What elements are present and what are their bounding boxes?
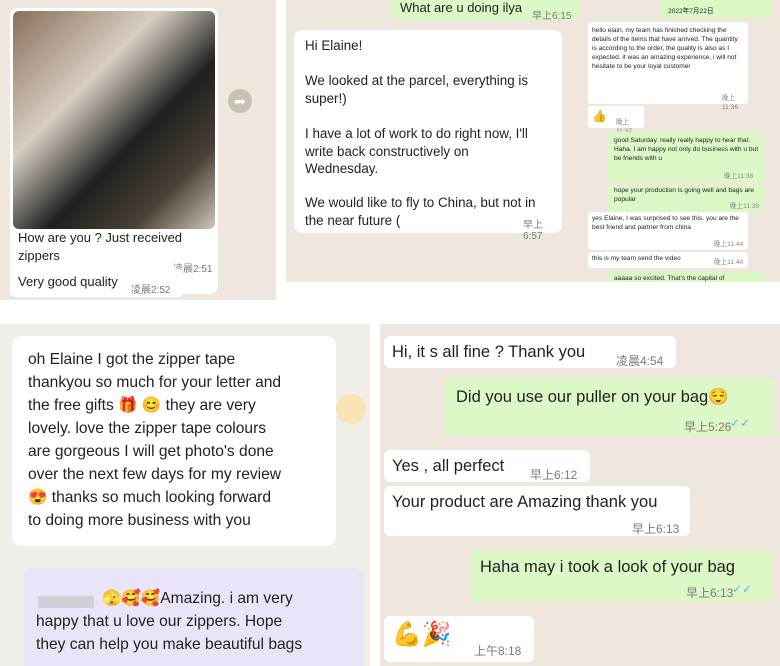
- message-line: We looked at the parcel, everything is s…: [305, 73, 529, 106]
- message-line: over the next few days for my review: [28, 466, 282, 483]
- message-text: Very good quality: [18, 274, 118, 289]
- screenshot-panel-photo: How are you ? Just received zippers 凌晨2:…: [0, 0, 276, 300]
- message-time: 早上6:12: [530, 468, 578, 482]
- message-time: 早上6:13: [686, 586, 734, 600]
- incoming-message-bubble[interactable]: Hi, it s all fine ? Thank you 凌晨4:54: [384, 336, 676, 368]
- partial-top-bubble: What are u doing ilya 早上6:15: [390, 0, 580, 22]
- forward-icon[interactable]: ➦: [228, 89, 252, 113]
- message-time: 凌晨4:54: [616, 354, 664, 368]
- message-line: they can help you make beautiful bags: [36, 636, 303, 653]
- mini-date: 2022年7月22日: [668, 8, 714, 15]
- mini-time: 晚上11:44: [714, 259, 744, 266]
- mini-message-bubble[interactable]: this is my team send the video 晚上11:44: [588, 252, 748, 268]
- mini-message-text: this is my team send the video: [592, 255, 681, 262]
- mini-message-text: hello elain, my team has finished checki…: [592, 27, 738, 70]
- outgoing-message-bubble[interactable]: Haha may i took a look of your bag 早上6:1…: [470, 550, 772, 602]
- mini-time: 晚上11:38: [724, 173, 754, 180]
- quality-message-bubble[interactable]: Very good quality 凌晨2:52: [10, 269, 184, 297]
- message-line: I have a lot of work to do right now, I'…: [305, 126, 528, 176]
- mini-time: 晚上11:39: [730, 203, 760, 210]
- message-line: oh Elaine I got the zipper tape: [28, 351, 236, 368]
- message-line: the free gifts 🎁 😊 they are very: [28, 397, 256, 414]
- zipper-photo[interactable]: [13, 11, 215, 229]
- avatar-blurred: [38, 596, 94, 608]
- outgoing-message-bubble[interactable]: Did you use our puller on your bag😌 早上5:…: [444, 378, 774, 436]
- mini-time: 晚上11:36: [722, 95, 739, 111]
- mini-thumbs-bubble[interactable]: 👍 晚上11:37: [588, 106, 644, 135]
- message-line: 😍 thanks so much looking forward: [28, 489, 272, 506]
- scroll-indicator[interactable]: [336, 394, 366, 424]
- long-message-bubble[interactable]: Hi Elaine! We looked at the parcel, ever…: [294, 30, 562, 242]
- mini-message-bubble[interactable]: yes Elaine, I was surprised to see this.…: [588, 212, 748, 250]
- screenshot-panel-review: oh Elaine I got the zipper tape thankyou…: [0, 324, 370, 666]
- mini-message-text: aaaaa so excited. That's the capital of: [614, 275, 725, 282]
- read-receipt-icon: ✓✓: [732, 582, 753, 596]
- mini-chat-column: 2022年7月22日 hello elain, my team has fini…: [588, 0, 780, 282]
- mini-message-bubble[interactable]: hope your production is going well and b…: [608, 184, 764, 212]
- photo-caption: How are you ? Just received zippers: [18, 230, 183, 263]
- mini-message-bubble[interactable]: good Saturday. really really happy to he…: [608, 132, 764, 182]
- message-line: We would like to fly to China, but not i…: [305, 195, 536, 228]
- reply-message-bubble[interactable]: 🫣🥰🥰Amazing. i am very happy that u love …: [24, 568, 364, 666]
- message-text: Haha may i took a look of your bag: [480, 558, 735, 576]
- message-time: 上午8:18: [474, 644, 522, 658]
- mini-partial-bubble: aaaaa so excited. That's the capital of: [608, 272, 764, 282]
- message-time: 早上5:26: [684, 420, 732, 434]
- photo-message-bubble[interactable]: How are you ? Just received zippers 凌晨2:…: [10, 8, 218, 294]
- review-message-bubble[interactable]: oh Elaine I got the zipper tape thankyou…: [12, 336, 336, 546]
- emoji-message-bubble[interactable]: 💪🎉 上午8:18: [384, 616, 534, 662]
- incoming-message-bubble[interactable]: Your product are Amazing thank you 早上6:1…: [384, 486, 690, 536]
- message-time: 早上6:57: [523, 220, 543, 242]
- message-time: 早上6:15: [532, 11, 572, 22]
- mini-message-text: yes Elaine, I was surprised to see this.…: [592, 215, 739, 231]
- message-line: thankyou so much for your letter and: [28, 374, 282, 391]
- screenshot-panel-chat: Hi, it s all fine ? Thank you 凌晨4:54 Did…: [380, 324, 780, 666]
- mini-message-text: good Saturday. really really happy to he…: [614, 137, 759, 162]
- emoji-text: 💪🎉: [392, 621, 452, 648]
- message-line: 🫣🥰🥰Amazing. i am very: [102, 590, 293, 607]
- message-time: 早上6:13: [632, 522, 680, 536]
- message-text: Hi, it s all fine ? Thank you: [392, 343, 586, 361]
- greeting-line: Hi Elaine!: [305, 38, 363, 53]
- message-line: lovely. love the zipper tape colours: [28, 420, 267, 437]
- mini-partial-bubble: 2022年7月22日: [660, 0, 772, 18]
- incoming-message-bubble[interactable]: Yes , all perfect 早上6:12: [384, 450, 590, 482]
- message-text: Did you use our puller on your bag😌: [456, 388, 729, 406]
- mini-message-bubble[interactable]: hello elain, my team has finished checki…: [588, 22, 748, 111]
- message-line: happy that u love our zippers. Hope: [36, 613, 283, 630]
- message-text: Your product are Amazing thank you: [392, 493, 658, 511]
- message-time: 凌晨2:52: [131, 285, 171, 296]
- message-text: Yes , all perfect: [392, 457, 505, 475]
- message-line: to doing more business with you: [28, 512, 251, 529]
- message-line: are gorgeous I will get photo's done: [28, 443, 274, 460]
- screenshot-panel-chat-with-mini: What are u doing ilya 早上6:15 Hi Elaine! …: [286, 0, 780, 282]
- message-text: What are u doing ilya: [400, 0, 523, 15]
- mini-time: 晚上11:44: [714, 241, 744, 248]
- read-receipt-icon: ✓✓: [730, 416, 751, 430]
- thumbs-up-icon: 👍: [592, 109, 607, 123]
